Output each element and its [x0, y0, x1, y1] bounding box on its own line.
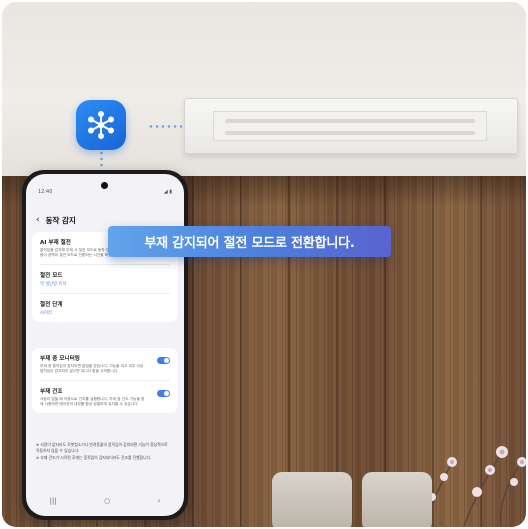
away-dry-desc: 사람이 없을 때 자동으로 건조를 실행합니다. 부재 중 건조 기능을 함께 …: [40, 396, 145, 406]
status-callout: 부재 감지되어 절전 모드로 전환합니다.: [108, 226, 391, 257]
notes: ※ 사람이 없더라도 로봇청소기나 반려동물의 움직임이 감지되면 기능이 정상…: [36, 442, 172, 462]
ac-vent-bottom: [225, 131, 475, 135]
camera-icon: [101, 182, 108, 189]
away-dry-item[interactable]: 부재 건조 사람이 없을 때 자동으로 건조를 실행합니다. 부재 중 건조 기…: [32, 381, 178, 413]
status-icons: ◢ ▮: [163, 189, 172, 195]
smartthings-glyph-icon: [88, 111, 114, 139]
connector-dots-horizontal: [148, 125, 184, 128]
screen-header: ‹ 동작 감지: [36, 214, 76, 226]
eco-mode-title: 절전 모드: [40, 272, 63, 279]
away-monitor-desc: 부재 중 움직임이 감지되면 알림을 받습니다. 기능을 켜고 외부 이상 움직…: [40, 364, 144, 373]
away-monitor-item[interactable]: 부재 중 모니터링 부재 중 움직임이 감지되면 알림을 받습니다. 기능을 켜…: [32, 348, 178, 380]
away-settings-card: 부재 중 모니터링 부재 중 움직임이 감지되면 알림을 받습니다. 기능을 켜…: [32, 348, 178, 413]
system-navigation: ||| ○ ‹: [26, 494, 184, 508]
sofa-cushion-right: [362, 472, 432, 527]
note-2: ※ 부재 건조가 시작된 후에는 움직임이 감지되더라도 건조를 진행합니다.: [36, 454, 152, 460]
away-dry-title: 부재 건조: [40, 388, 63, 395]
eco-level-item[interactable]: 절전 단계 사이리: [32, 294, 178, 322]
note-1: ※ 사람이 없더라도 로봇청소기나 반려동물의 움직임이 감지되면 기능이 정상…: [36, 442, 168, 453]
sofa-cushion-left: [272, 472, 352, 527]
callout-text: 부재 감지되어 절전 모드로 전환합니다.: [144, 236, 355, 251]
away-monitor-toggle[interactable]: [157, 357, 170, 364]
home-icon[interactable]: ○: [104, 497, 110, 505]
smartthings-icon[interactable]: [76, 100, 126, 150]
ceiling-air-conditioner: [184, 98, 518, 154]
status-bar: 12:40 ◢ ▮: [38, 189, 172, 197]
eco-mode-item[interactable]: 절전 모드 약 냉난방 유지: [32, 265, 178, 293]
connector-dots-vertical: [100, 150, 103, 172]
away-dry-toggle[interactable]: [157, 389, 170, 397]
eco-level-title: 절전 단계: [40, 301, 63, 308]
hero-scene: 12:40 ◢ ▮ ‹ 동작 감지 AI 부재 절전 움직임을 감지해 부재 시…: [2, 2, 526, 527]
ac-vent-top: [225, 119, 475, 123]
eco-level-value: 사이리: [40, 310, 52, 316]
page-title: 동작 감지: [45, 215, 76, 225]
status-time: 12:40: [38, 189, 53, 195]
away-monitor-title: 부재 중 모니터링: [40, 356, 80, 362]
recent-apps-icon[interactable]: |||: [50, 497, 57, 505]
eco-mode-value: 약 냉난방 유지: [40, 281, 67, 287]
smartphone: 12:40 ◢ ▮ ‹ 동작 감지 AI 부재 절전 움직임을 감지해 부재 시…: [22, 170, 188, 520]
ac-panel: [213, 111, 487, 141]
back-arrow-icon[interactable]: ‹: [36, 215, 40, 225]
back-icon[interactable]: ‹: [158, 497, 161, 505]
